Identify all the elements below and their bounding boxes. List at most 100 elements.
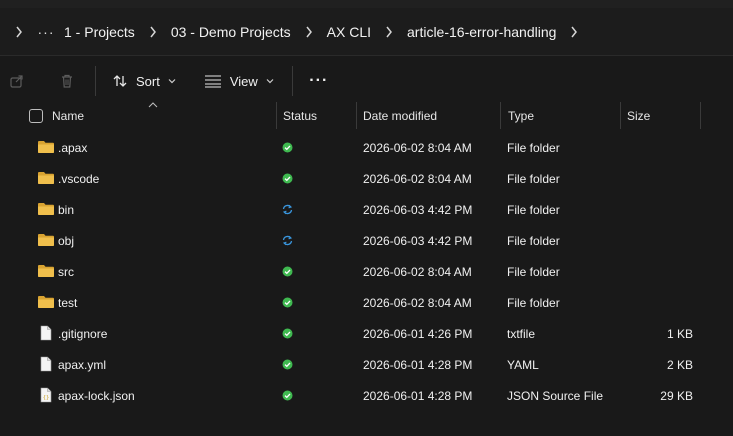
breadcrumb-item-demo-projects[interactable]: 03 - Demo Projects [167,24,295,40]
folder-icon [37,201,55,217]
more-options-label: ··· [309,72,329,89]
file-name[interactable]: bin [58,194,74,225]
view-button[interactable]: View [196,65,282,97]
delete-icon[interactable] [51,65,83,97]
chevron-down-icon [266,79,274,84]
file-row[interactable]: .apax 2026-06-02 8:04 AM File folder [0,132,733,163]
file-date-modified: 2026-06-02 8:04 AM [363,295,472,310]
file-date-modified: 2026-06-02 8:04 AM [363,264,472,279]
file-row[interactable]: .gitignore 2026-06-01 4:26 PM txtfile 1 KB [0,318,733,349]
folder-icon [37,170,55,186]
file-name[interactable]: apax-lock.json [58,380,135,411]
breadcrumb-item-ax-cli[interactable]: AX CLI [323,24,375,40]
svg-text:{}: {} [43,395,50,401]
file-type: YAML [507,357,539,372]
synced-check-icon [282,297,293,308]
file-row[interactable]: .vscode 2026-06-02 8:04 AM File folder [0,163,733,194]
column-header-row: Name Status Date modified Type Size [0,102,733,129]
file-type: File folder [507,202,560,217]
file-size [623,194,693,225]
expand-chevron-icon[interactable] [6,26,32,38]
file-name[interactable]: test [58,287,77,318]
view-label: View [229,73,258,89]
file-name[interactable]: src [58,256,74,287]
file-size: 1 KB [666,326,693,341]
file-type: JSON Source File [507,388,604,403]
file-type: File folder [507,171,560,186]
file-row[interactable]: bin 2026-06-03 4:42 PM File folder [0,194,733,225]
sort-icon [113,75,127,87]
sync-pending-icon [282,204,293,215]
chevron-right-icon[interactable] [560,26,588,38]
share-icon[interactable] [1,65,33,97]
more-options-button[interactable]: ··· [301,65,337,97]
file-row[interactable]: test 2026-06-02 8:04 AM File folder [0,287,733,318]
column-resize-handle[interactable] [620,102,621,129]
breadcrumb-item-current-folder[interactable]: article-16-error-handling [403,24,560,40]
file-row[interactable]: src 2026-06-02 8:04 AM File folder [0,256,733,287]
breadcrumb-more-button[interactable]: ··· [32,24,60,40]
column-resize-handle[interactable] [356,102,357,129]
chevron-right-icon[interactable] [375,26,403,38]
file-name[interactable]: .apax [58,132,87,163]
file-row[interactable]: obj 2026-06-03 4:42 PM File folder [0,225,733,256]
folder-icon [37,232,55,248]
view-list-icon [204,75,221,88]
synced-check-icon [282,173,293,184]
file-row[interactable]: {} apax-lock.json 2026-06-01 4:28 PM JSON S… [0,380,733,411]
file-date-modified: 2026-06-01 4:28 PM [363,357,473,372]
file-icon [37,356,55,372]
chevron-down-icon [168,79,176,84]
file-name[interactable]: .gitignore [58,318,107,349]
folder-icon [37,294,55,310]
synced-check-icon [282,266,293,277]
select-all-checkbox[interactable] [29,109,43,123]
title-strip [0,0,733,8]
file-name[interactable]: obj [58,225,74,256]
file-size [623,132,693,163]
folder-icon [37,263,55,279]
address-bar[interactable]: ··· 1 - Projects 03 - Demo Projects AX C… [0,8,733,55]
sort-button[interactable]: Sort [104,65,184,97]
breadcrumb-item-projects[interactable]: 1 - Projects [60,24,139,40]
json-file-icon: {} [37,387,55,403]
synced-check-icon [282,359,293,370]
toolbar-divider [95,66,96,96]
file-row[interactable]: apax.yml 2026-06-01 4:28 PM YAML 2 KB [0,349,733,380]
file-size [623,163,693,194]
synced-check-icon [282,390,293,401]
sort-label: Sort [136,73,160,89]
file-date-modified: 2026-06-01 4:26 PM [363,326,473,341]
file-date-modified: 2026-06-03 4:42 PM [363,233,473,248]
file-list: .apax 2026-06-02 8:04 AM File folder .vscod… [0,132,733,411]
file-date-modified: 2026-06-03 4:42 PM [363,202,473,217]
column-resize-handle[interactable] [500,102,501,129]
toolbar-divider [291,66,293,96]
file-name[interactable]: apax.yml [58,349,106,380]
command-bar: Sort View ··· [0,55,733,106]
column-resize-handle[interactable] [700,102,701,129]
file-type: File folder [507,140,560,155]
file-size: 2 KB [666,357,693,372]
file-type: txtfile [507,326,536,341]
file-size [623,256,693,287]
file-type: File folder [507,264,560,279]
column-header-date-modified[interactable]: Date modified [363,102,437,129]
file-date-modified: 2026-06-02 8:04 AM [363,140,472,155]
column-header-status[interactable]: Status [283,102,317,129]
file-date-modified: 2026-06-02 8:04 AM [363,171,472,186]
file-size [623,287,693,318]
column-header-size[interactable]: Size [627,102,650,129]
sort-ascending-icon [148,102,158,108]
column-header-type[interactable]: Type [508,102,534,129]
file-date-modified: 2026-06-01 4:28 PM [363,388,473,403]
file-icon [37,325,55,341]
file-name[interactable]: .vscode [58,163,99,194]
chevron-right-icon[interactable] [295,26,323,38]
column-header-name[interactable]: Name [52,102,84,129]
column-resize-handle[interactable] [276,102,277,129]
sync-pending-icon [282,235,293,246]
chevron-right-icon[interactable] [139,26,167,38]
folder-icon [37,139,55,155]
file-type: File folder [507,233,560,248]
